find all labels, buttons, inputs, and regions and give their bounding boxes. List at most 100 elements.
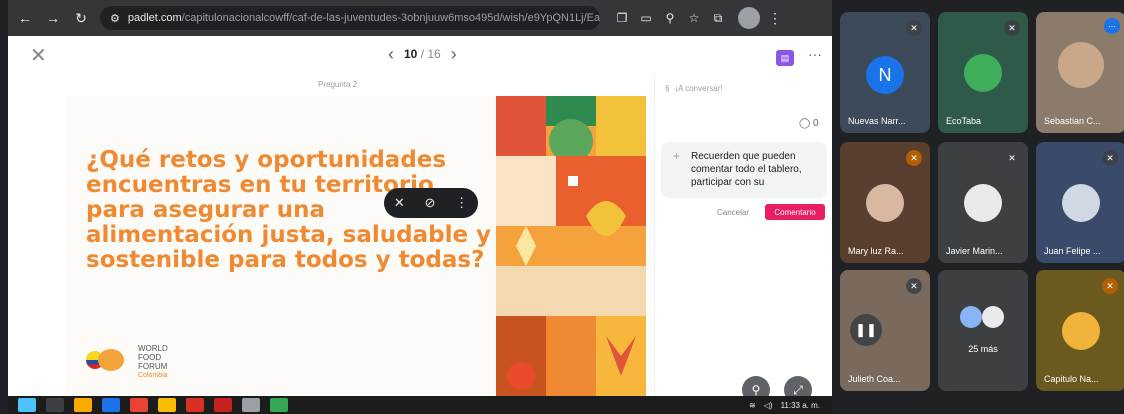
slide-image: ¿Qué retos y oportunidades encuentras en… <box>66 96 646 402</box>
more-participants-tile[interactable]: 25 más <box>938 270 1028 391</box>
participant-tile[interactable]: ✕ Mary luz Ra... <box>840 142 930 263</box>
shared-browser-window: ← → ↻ ⚙ padlet.com /capitulonacionalcowf… <box>8 0 832 402</box>
world-food-forum-logo: WORLD FOOD FORUM Colombia <box>86 344 168 380</box>
browser-menu-icon[interactable]: ⋮ <box>768 10 782 27</box>
office-icon[interactable] <box>214 398 232 412</box>
avatar <box>960 306 982 328</box>
padlet-post-view: ✕ ‹ 10 / 16 › ▤ ··· Pregunta 2 ¿Qué reto… <box>8 36 832 402</box>
decorative-food-art <box>496 96 646 402</box>
copy-icon[interactable]: ❐ <box>610 7 634 29</box>
logo-line2: FOOD <box>138 353 162 362</box>
add-attachment-icon[interactable]: + <box>673 150 680 163</box>
avatar <box>964 184 1002 222</box>
edge-icon[interactable] <box>102 398 120 412</box>
logo-line3: FORUM <box>138 362 168 371</box>
participant-tile[interactable]: ✕ Juan Felipe ... <box>1036 142 1124 263</box>
hide-icon[interactable]: ⊘ <box>424 195 435 211</box>
pager-current: 10 <box>404 47 418 61</box>
address-bar[interactable]: ⚙ padlet.com /capitulonacionalcowff/caf-… <box>100 6 600 30</box>
prev-post-icon[interactable]: ‹ <box>388 45 394 63</box>
back-icon[interactable]: ← <box>14 7 36 29</box>
participant-tile[interactable]: ✕ Javier Marin... <box>938 142 1028 263</box>
participant-tile[interactable]: ✕ Capitulo Na... <box>1036 270 1124 391</box>
search-icon[interactable] <box>46 398 64 412</box>
unpin-icon[interactable]: ✕ <box>394 195 405 211</box>
avatar <box>964 54 1002 92</box>
more-participants-count: 25 más <box>968 344 998 354</box>
participant-tile[interactable]: ✕ EcoTaba <box>938 12 1028 133</box>
comment-bubble-icon: ◯ <box>799 118 811 129</box>
section-icon: § <box>665 84 670 93</box>
avatar: N <box>866 56 904 94</box>
mic-off-icon: ✕ <box>906 150 922 166</box>
pager-total: / 16 <box>420 47 441 61</box>
submit-comment-button[interactable]: Comentario <box>765 204 825 220</box>
avatar <box>1062 312 1100 350</box>
post-options-icon[interactable]: ▤ <box>776 50 794 66</box>
speaking-indicator-icon: ⋯ <box>1104 18 1120 34</box>
comments-header: § ¡A conversar! <box>665 84 723 93</box>
question-label: Pregunta 2 <box>318 80 358 89</box>
star-icon[interactable]: ☆ <box>682 7 706 29</box>
file-explorer-icon[interactable] <box>74 398 92 412</box>
overlay-more-icon[interactable]: ⋮ <box>455 195 468 211</box>
mic-off-icon: ✕ <box>1004 20 1020 36</box>
participant-name: Julieth Coa... <box>848 374 901 384</box>
participant-tile[interactable]: ✕ N Nuevas Narr... <box>840 12 930 133</box>
participant-name: EcoTaba <box>946 116 982 126</box>
windows-taskbar: ≋ ◁) 11:33 a. m. <box>8 396 832 414</box>
volume-icon[interactable]: ◁) <box>764 401 773 410</box>
cancel-button[interactable]: Cancelar <box>717 208 749 217</box>
logo-line4: Colombia <box>138 372 168 379</box>
avatar <box>866 184 904 222</box>
cast-icon[interactable]: ▭ <box>634 7 658 29</box>
participant-name: Nuevas Narr... <box>848 116 906 126</box>
zoom-icon[interactable]: ⚲ <box>658 7 682 29</box>
comments-header-label: ¡A conversar! <box>675 84 723 93</box>
participant-name: Capitulo Na... <box>1044 374 1099 384</box>
comment-input[interactable]: + Recuerden que pueden comentar todo el … <box>661 142 827 198</box>
avatar <box>1062 184 1100 222</box>
extensions-icon[interactable]: ⧉ <box>706 7 730 29</box>
comment-draft-text: Recuerden que pueden comentar todo el ta… <box>691 151 802 188</box>
mic-off-icon: ✕ <box>1102 278 1118 294</box>
share-overlay-toolbar: ✕ ⊘ ⋮ <box>384 188 478 218</box>
whatsapp-icon[interactable] <box>270 398 288 412</box>
participant-name: Mary luz Ra... <box>848 246 904 256</box>
clock[interactable]: 11:33 a. m. <box>781 401 820 410</box>
pause-icon[interactable]: ❚❚ <box>850 314 882 346</box>
logo-line1: WORLD <box>138 344 168 353</box>
comment-count: ◯ 0 <box>799 118 819 129</box>
participant-name: Sebastian C... <box>1044 116 1101 126</box>
screen: ← → ↻ ⚙ padlet.com /capitulonacionalcowf… <box>0 0 1124 414</box>
mic-off-icon: ✕ <box>906 20 922 36</box>
site-info-icon[interactable]: ⚙ <box>110 12 120 25</box>
video-feed <box>1058 42 1104 88</box>
system-tray: ≋ ◁) 11:33 a. m. <box>749 401 832 410</box>
wifi-icon[interactable]: ≋ <box>749 401 756 410</box>
forward-icon[interactable]: → <box>42 7 64 29</box>
mic-off-icon: ✕ <box>906 278 922 294</box>
browser-toolbar: ← → ↻ ⚙ padlet.com /capitulonacionalcowf… <box>8 0 832 36</box>
comments-panel: § ¡A conversar! ◯ 0 + Recuerden que pued… <box>654 74 832 402</box>
close-icon[interactable]: ✕ <box>30 46 47 66</box>
chrome-icon[interactable] <box>130 398 148 412</box>
mic-off-icon: ✕ <box>1102 150 1118 166</box>
url-path: /capitulonacionalcowff/caf-de-las-juvent… <box>181 12 600 24</box>
participant-tile-video[interactable]: ✕ ❚❚ Julieth Coa... <box>840 270 930 391</box>
participant-tile-video[interactable]: ⋯ Sebastian C... <box>1036 12 1124 133</box>
url-host: padlet.com <box>127 12 182 24</box>
app-icon[interactable] <box>158 398 176 412</box>
next-post-icon[interactable]: › <box>451 45 457 63</box>
settings-icon[interactable] <box>242 398 260 412</box>
acrobat-icon[interactable] <box>186 398 204 412</box>
comment-count-value: 0 <box>812 118 819 129</box>
avatar <box>982 306 1004 328</box>
mic-off-icon: ✕ <box>1004 150 1020 166</box>
more-options-icon[interactable]: ··· <box>808 46 822 62</box>
reload-icon[interactable]: ↻ <box>70 7 92 29</box>
profile-avatar[interactable] <box>738 7 760 29</box>
participant-name: Javier Marin... <box>946 246 1003 256</box>
windows-start-icon[interactable] <box>18 398 36 412</box>
post-pager: ‹ 10 / 16 › <box>388 45 457 63</box>
